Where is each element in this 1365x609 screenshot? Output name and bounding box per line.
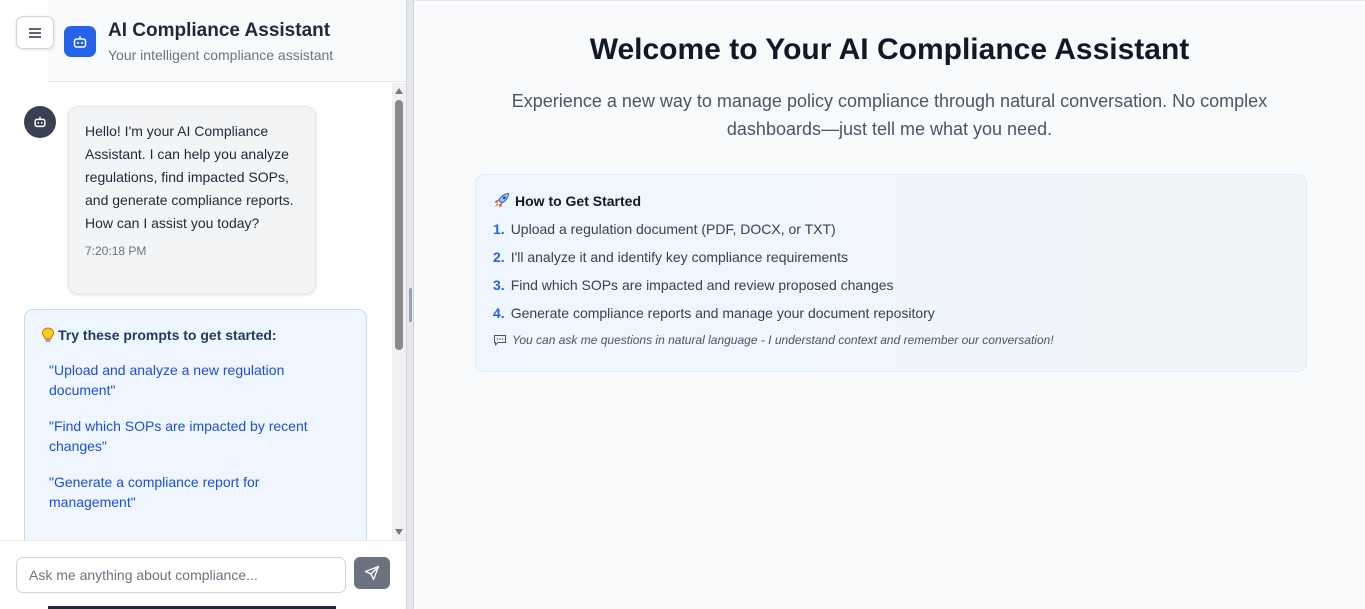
suggested-prompts: Try these prompts to get started: "Uploa… xyxy=(24,309,367,540)
chat-messages: Hello! I'm your AI Compliance Assistant.… xyxy=(0,83,406,540)
prompt-suggestion[interactable]: "Generate a compliance report for manage… xyxy=(41,472,342,512)
step-text: Upload a regulation document (PDF, DOCX,… xyxy=(510,221,836,237)
steps-list: 1. Upload a regulation document (PDF, DOC… xyxy=(493,221,1289,321)
step-item: 4. Generate compliance reports and manage… xyxy=(493,305,1289,321)
chat-input-bar xyxy=(0,540,406,609)
prompts-title: Try these prompts to get started: xyxy=(41,327,342,343)
chat-header: AI Compliance Assistant Your intelligent… xyxy=(48,0,406,82)
getting-started-note: You can ask me questions in natural lang… xyxy=(493,333,1289,347)
resize-handle[interactable] xyxy=(409,288,412,322)
chat-input[interactable] xyxy=(16,557,346,593)
step-number: 1. xyxy=(493,221,505,237)
step-number: 4. xyxy=(493,305,505,321)
chat-scrollbar[interactable] xyxy=(392,83,406,540)
prompt-suggestion[interactable]: "Upload and analyze a new regulation doc… xyxy=(41,360,342,400)
step-text: Generate compliance reports and manage y… xyxy=(510,305,935,321)
send-icon xyxy=(364,565,380,581)
getting-started-card: How to Get Started 1. Upload a regulation… xyxy=(475,174,1307,372)
welcome-title: Welcome to Your AI Compliance Assistant xyxy=(589,33,1190,66)
scrollbar-thumb[interactable] xyxy=(395,100,403,350)
scroll-down-icon[interactable] xyxy=(395,529,403,535)
send-button[interactable] xyxy=(354,557,390,589)
app-title: AI Compliance Assistant xyxy=(108,20,331,41)
welcome-description: Experience a new way to manage policy co… xyxy=(511,91,1268,139)
step-text: Find which SOPs are impacted and review … xyxy=(510,277,894,293)
robot-icon xyxy=(64,26,96,57)
getting-started-title: How to Get Started xyxy=(493,192,1289,209)
step-number: 3. xyxy=(493,277,505,293)
main-panel: Welcome to Your AI Compliance Assistant … xyxy=(414,0,1365,609)
message-timestamp: 7:20:18 PM xyxy=(85,244,147,258)
getting-started-title-text: How to Get Started xyxy=(515,192,642,209)
prompt-suggestion[interactable]: "Find which SOPs are impacted by recent … xyxy=(41,416,342,456)
chat-panel: AI Compliance Assistant Your intelligent… xyxy=(0,0,406,609)
step-item: 3. Find which SOPs are impacted and revie… xyxy=(493,277,1289,293)
assistant-message: Hello! I'm your AI Compliance Assistant.… xyxy=(68,106,316,294)
panel-resize-divider[interactable] xyxy=(406,0,414,609)
step-item: 1. Upload a regulation document (PDF, DOC… xyxy=(493,221,1289,237)
step-item: 2. I'll analyze it and identify key compl… xyxy=(493,249,1289,265)
hamburger-icon xyxy=(29,27,41,38)
robot-icon xyxy=(34,116,46,128)
note-text: You can ask me questions in natural lang… xyxy=(512,333,1054,347)
lightbulb-icon xyxy=(42,327,54,342)
bot-avatar xyxy=(24,106,56,138)
rocket-icon xyxy=(494,193,509,208)
message-text: Hello! I'm your AI Compliance Assistant.… xyxy=(85,123,294,231)
app-root: AI Compliance Assistant Your intelligent… xyxy=(0,0,1365,609)
app-subtitle: Your intelligent compliance assistant xyxy=(108,47,334,63)
menu-button[interactable] xyxy=(16,16,54,49)
scroll-up-icon[interactable] xyxy=(395,88,403,94)
step-text: I'll analyze it and identify key complia… xyxy=(510,249,848,265)
step-number: 2. xyxy=(493,249,505,265)
prompts-title-text: Try these prompts to get started: xyxy=(58,327,277,343)
chat-bubble-icon xyxy=(494,335,506,346)
